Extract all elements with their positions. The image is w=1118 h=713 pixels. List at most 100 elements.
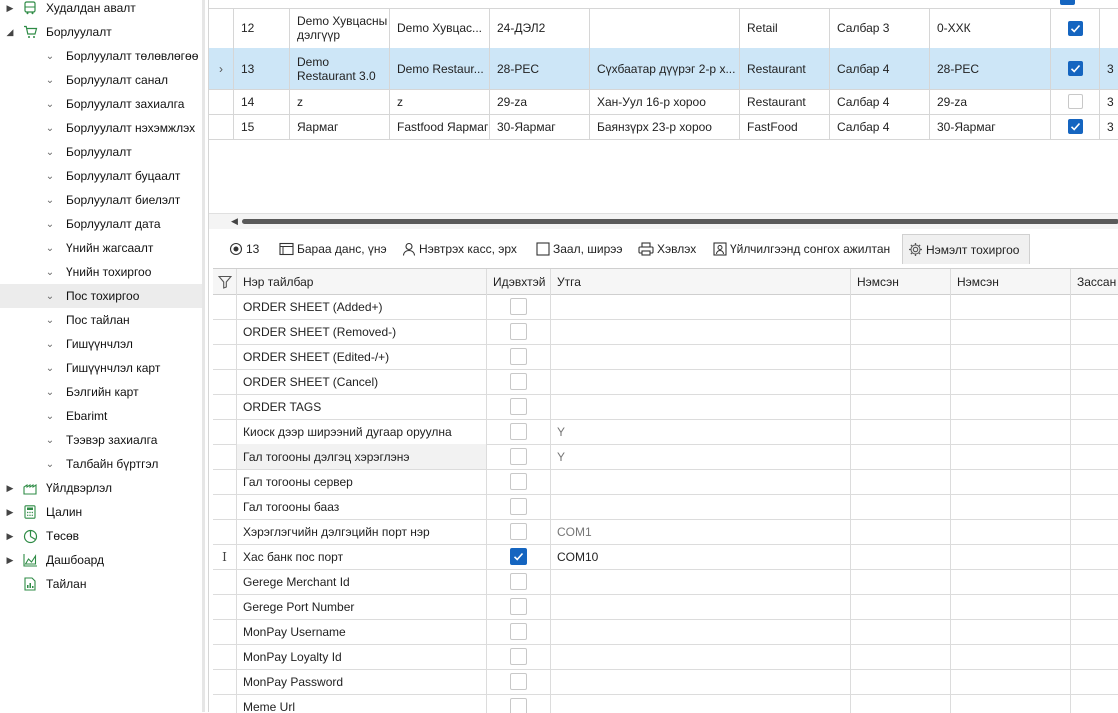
cell-address[interactable]: Хан-Уул 16-р хороо: [589, 89, 739, 114]
setting-name[interactable]: MonPay Password: [236, 669, 486, 694]
setting-edited[interactable]: [1070, 669, 1118, 694]
row-indicator[interactable]: [213, 394, 236, 419]
cell-branch[interactable]: Салбар 4: [829, 89, 929, 114]
chevron-down-icon[interactable]: ⌄: [45, 195, 55, 206]
sidebar-item[interactable]: ⌄ Пос тайлан: [0, 308, 203, 332]
setting-value[interactable]: [550, 569, 850, 594]
setting-name[interactable]: Гал тогооны дэлгэц хэрэглэнэ: [236, 444, 486, 469]
settings-row[interactable]: MonPay Loyalty Id: [213, 644, 1118, 670]
sidebar-scrollbar[interactable]: [202, 0, 205, 712]
setting-added-2[interactable]: [950, 394, 1070, 419]
setting-active-cell[interactable]: [486, 494, 550, 519]
expand-arrow-icon[interactable]: ▶: [5, 507, 15, 518]
setting-edited[interactable]: [1070, 619, 1118, 644]
settings-row[interactable]: Хэрэглэгчийн дэлгэцийн порт нэр COM1: [213, 519, 1118, 545]
expand-arrow-icon[interactable]: ▶: [5, 3, 15, 14]
setting-active-checkbox[interactable]: [510, 473, 527, 490]
row-indicator[interactable]: ›: [209, 48, 233, 89]
cell-address[interactable]: Сүхбаатар дүүрэг 2-р х...: [589, 48, 739, 89]
row-indicator[interactable]: [213, 469, 236, 494]
setting-value[interactable]: [550, 294, 850, 319]
setting-added-1[interactable]: [850, 694, 950, 713]
tab[interactable]: Заал, ширээ: [534, 234, 623, 264]
setting-active-checkbox[interactable]: [510, 648, 527, 665]
setting-edited[interactable]: [1070, 519, 1118, 544]
setting-value[interactable]: [550, 369, 850, 394]
setting-active-cell[interactable]: [486, 619, 550, 644]
settings-row[interactable]: Гал тогооны бааз: [213, 494, 1118, 520]
cell-code2[interactable]: 30-Яармаг: [929, 114, 1049, 139]
chevron-down-icon[interactable]: ⌄: [45, 171, 55, 182]
setting-active-cell[interactable]: [486, 519, 550, 544]
cell-branch[interactable]: Салбар 4: [829, 48, 929, 89]
setting-edited[interactable]: [1070, 419, 1118, 444]
setting-added-2[interactable]: [950, 369, 1070, 394]
settings-row[interactable]: MonPay Username: [213, 619, 1118, 645]
cell-short[interactable]: Demo Хувцас...: [389, 8, 489, 48]
setting-added-2[interactable]: [950, 544, 1070, 569]
setting-active-cell[interactable]: [486, 294, 550, 319]
cell-short[interactable]: Demo Restaur...: [389, 48, 489, 89]
filter-cell[interactable]: [213, 269, 236, 294]
setting-active-checkbox[interactable]: [510, 673, 527, 690]
row-indicator[interactable]: [213, 369, 236, 394]
settings-row[interactable]: Киоск дээр ширээний дугаар оруулна Y: [213, 419, 1118, 445]
setting-active-cell[interactable]: [486, 344, 550, 369]
setting-value[interactable]: [550, 669, 850, 694]
sidebar-item[interactable]: ⌄ Борлуулалт: [0, 140, 203, 164]
sidebar-item[interactable]: ⌄ Борлуулалт санал: [0, 68, 203, 92]
setting-name[interactable]: MonPay Loyalty Id: [236, 644, 486, 669]
row-indicator[interactable]: [213, 519, 236, 544]
settings-row[interactable]: Gerege Merchant Id: [213, 569, 1118, 595]
setting-value[interactable]: [550, 469, 850, 494]
col-header-active[interactable]: Идэвхтэй: [486, 269, 550, 294]
sidebar-item[interactable]: ⌄ Бэлгийн карт: [0, 380, 203, 404]
cell-id[interactable]: 14: [233, 89, 289, 114]
setting-edited[interactable]: [1070, 294, 1118, 319]
sidebar-item[interactable]: ⌄ Борлуулалт захиалга: [0, 92, 203, 116]
chevron-down-icon[interactable]: ⌄: [45, 267, 55, 278]
table-row[interactable]: 12 Demo Хувцасны дэлгүүр Demo Хувцас... 24-…: [209, 8, 1118, 49]
cell-type[interactable]: Retail: [739, 8, 829, 48]
setting-added-2[interactable]: [950, 669, 1070, 694]
cell-code2[interactable]: 29-za: [929, 89, 1049, 114]
setting-edited[interactable]: [1070, 644, 1118, 669]
cell-active[interactable]: [1050, 8, 1100, 48]
setting-active-checkbox[interactable]: [510, 523, 527, 540]
sidebar-item[interactable]: ⌄ Борлуулалт буцаалт: [0, 164, 203, 188]
setting-edited[interactable]: [1070, 344, 1118, 369]
setting-value[interactable]: [550, 644, 850, 669]
setting-added-2[interactable]: [950, 344, 1070, 369]
setting-added-1[interactable]: [850, 419, 950, 444]
setting-added-2[interactable]: [950, 444, 1070, 469]
setting-active-cell[interactable]: [486, 444, 550, 469]
setting-value[interactable]: [550, 594, 850, 619]
row-indicator[interactable]: [213, 619, 236, 644]
active-checkbox[interactable]: [1068, 119, 1083, 134]
setting-added-1[interactable]: [850, 594, 950, 619]
setting-added-2[interactable]: [950, 469, 1070, 494]
setting-added-2[interactable]: [950, 519, 1070, 544]
active-checkbox[interactable]: [1068, 94, 1083, 109]
setting-active-cell[interactable]: [486, 469, 550, 494]
chevron-down-icon[interactable]: ⌄: [45, 123, 55, 134]
setting-active-checkbox[interactable]: [510, 548, 527, 565]
setting-active-cell[interactable]: [486, 419, 550, 444]
chevron-down-icon[interactable]: ⌄: [45, 435, 55, 446]
setting-value[interactable]: [550, 619, 850, 644]
cell-address[interactable]: [589, 8, 739, 48]
setting-active-checkbox[interactable]: [510, 598, 527, 615]
scroll-left-arrow-icon[interactable]: ◀: [231, 216, 238, 227]
horizontal-scrollbar[interactable]: ◀: [209, 213, 1118, 229]
setting-value[interactable]: [550, 394, 850, 419]
setting-name[interactable]: ORDER SHEET (Cancel): [236, 369, 486, 394]
cell-type[interactable]: FastFood: [739, 114, 829, 139]
cell-short[interactable]: Fastfood Яармаг: [389, 114, 489, 139]
chevron-down-icon[interactable]: ⌄: [45, 339, 55, 350]
setting-value[interactable]: COM1: [550, 519, 850, 544]
setting-added-1[interactable]: [850, 294, 950, 319]
setting-added-1[interactable]: [850, 394, 950, 419]
active-checkbox[interactable]: [1068, 61, 1083, 76]
cell-code[interactable]: 29-za: [489, 89, 589, 114]
row-indicator[interactable]: I: [213, 544, 236, 569]
